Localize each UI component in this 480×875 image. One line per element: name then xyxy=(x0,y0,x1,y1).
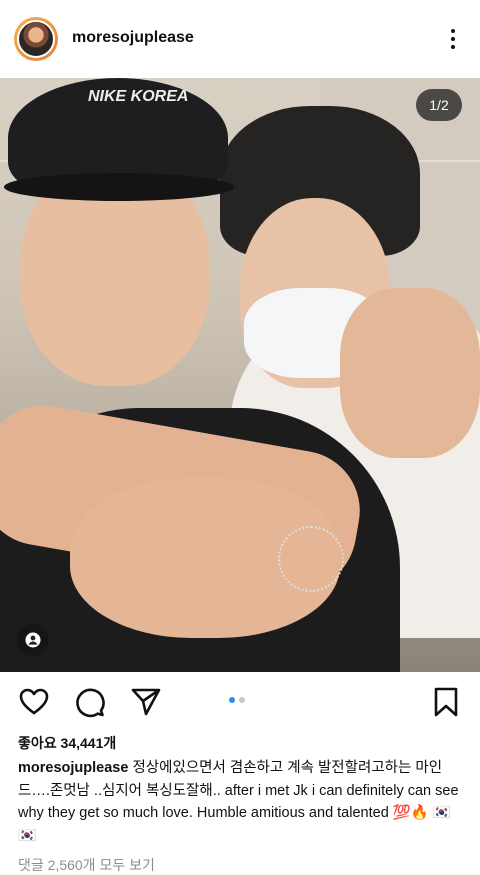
likes-count[interactable]: 좋아요 34,441개 xyxy=(18,733,116,753)
carousel-page-indicator: 1/2 xyxy=(416,89,462,121)
more-options-button[interactable] xyxy=(440,24,466,54)
carousel-dot-active xyxy=(229,697,235,703)
photo-cap-logo: NIKE KOREA xyxy=(88,88,189,105)
photo-cap-brim xyxy=(4,173,234,201)
username[interactable]: moresojuplease xyxy=(72,29,194,47)
avatar[interactable] xyxy=(14,17,58,61)
avatar-image xyxy=(17,20,55,58)
caption-username[interactable]: moresojuplease xyxy=(18,760,128,776)
carousel-dots xyxy=(229,697,245,703)
action-bar xyxy=(0,672,480,732)
bookmark-icon[interactable] xyxy=(430,686,462,718)
post-photo[interactable]: NIKE KOREA xyxy=(0,78,480,672)
view-all-comments-link[interactable]: 댓글 2,560개 모두 보기 xyxy=(18,855,155,875)
send-icon[interactable] xyxy=(130,686,162,718)
photo-hand-peace-sign xyxy=(340,288,480,458)
heart-icon[interactable] xyxy=(18,686,50,718)
comment-icon[interactable] xyxy=(74,686,106,718)
post-header: moresojuplease xyxy=(0,0,480,78)
photo-shirt-logo xyxy=(278,526,344,592)
post-caption: moresojuplease 정상에있으면서 겸손하고 계속 발전할려고하는 마… xyxy=(18,757,468,847)
user-tag-icon xyxy=(25,632,41,648)
more-vertical-icon xyxy=(451,29,455,33)
carousel-dot xyxy=(239,697,245,703)
user-tags-button[interactable] xyxy=(17,624,49,656)
